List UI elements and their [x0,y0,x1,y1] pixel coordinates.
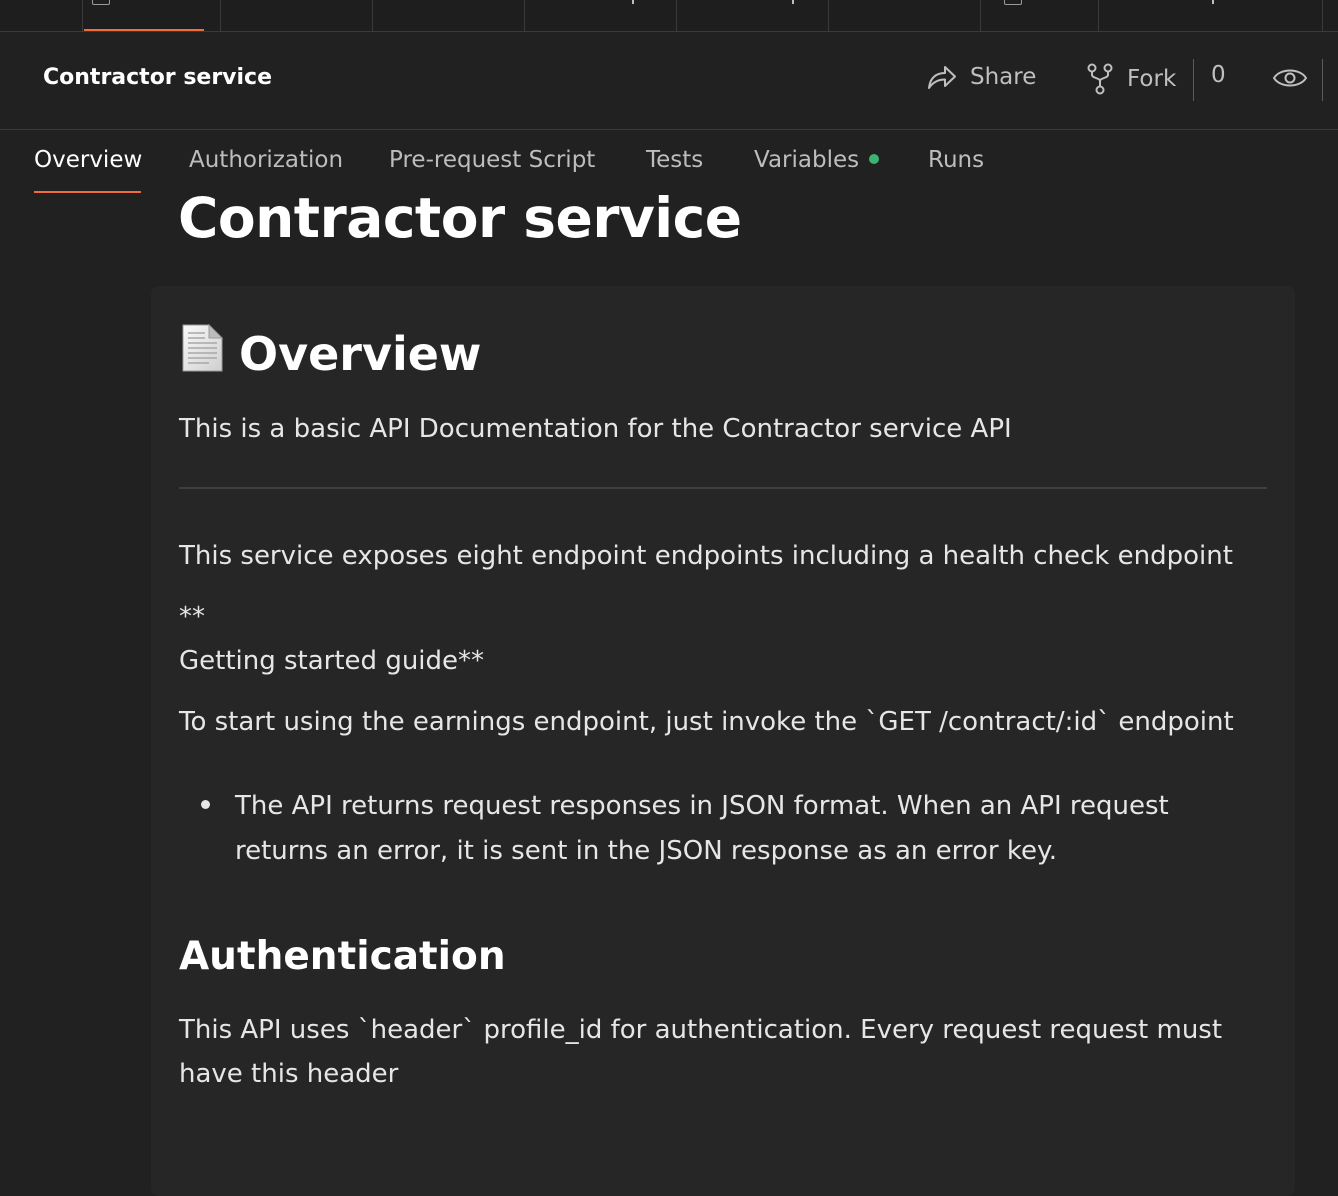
overview-heading: Overview [179,323,481,384]
tab-text-fragment [1212,0,1214,4]
tab-divider [676,0,677,31]
endpoints-paragraph: This service exposes eight endpoint endp… [179,541,1233,571]
bullet-marker [201,800,210,809]
getting-started-text: Getting started guide** [179,646,485,676]
tab-pre-request-script[interactable]: Pre-request Script [389,147,595,173]
fork-count-value: 0 [1211,62,1226,88]
tab-authorization[interactable]: Authorization [189,147,343,173]
tab-variables-label: Variables [754,147,860,173]
start-paragraph: To start using the earnings endpoint, ju… [179,707,1234,737]
active-tab-indicator [84,29,204,31]
collection-tabs: Overview Authorization Pre-request Scrip… [0,130,1338,194]
tab-divider [372,0,373,31]
watch-button[interactable] [1272,65,1308,91]
tab-divider [82,0,83,31]
fork-count[interactable]: 0 [1211,62,1226,88]
document-icon [179,323,225,384]
authentication-heading: Authentication [179,934,506,979]
tab-overview[interactable]: Overview [34,147,142,173]
collection-header: Contractor service Share Fork 0 [0,32,1338,130]
documentation-card: Overview This is a basic API Documentati… [151,286,1295,1196]
fork-divider [1193,59,1194,101]
tab-text-fragment [632,0,634,4]
tab-divider [980,0,981,31]
tab-divider [524,0,525,31]
tab-divider [1098,0,1099,31]
tab-divider [828,0,829,31]
tab-runs[interactable]: Runs [928,147,984,173]
page-title: Contractor service [178,186,742,250]
tab-variables[interactable]: Variables [754,147,880,173]
share-label: Share [970,64,1037,90]
eye-icon [1272,65,1308,91]
workspace-tab-strip [0,0,1338,32]
active-tab-underline [34,191,141,193]
bullet-text: The API returns request responses in JSO… [235,791,1169,866]
variables-status-dot [869,153,880,164]
share-button[interactable]: Share [926,62,1036,92]
intro-paragraph: This is a basic API Documentation for th… [179,414,1012,444]
divider [179,487,1267,489]
bold-markers: ** [179,602,205,632]
tab-divider [220,0,221,31]
tab-icon [1004,0,1022,5]
fork-button[interactable]: Fork [1085,62,1176,96]
tab-icon [92,0,110,5]
fork-icon [1085,62,1115,96]
collection-title: Contractor service [43,65,273,90]
header-divider [1322,59,1323,101]
authentication-paragraph: This API uses `header` profile_id for au… [179,1015,1223,1089]
share-icon [926,62,958,92]
tab-divider [1322,0,1323,31]
tab-text-fragment [792,0,794,4]
overview-heading-text: Overview [239,326,482,381]
tab-tests[interactable]: Tests [646,147,703,173]
fork-label: Fork [1127,66,1177,92]
